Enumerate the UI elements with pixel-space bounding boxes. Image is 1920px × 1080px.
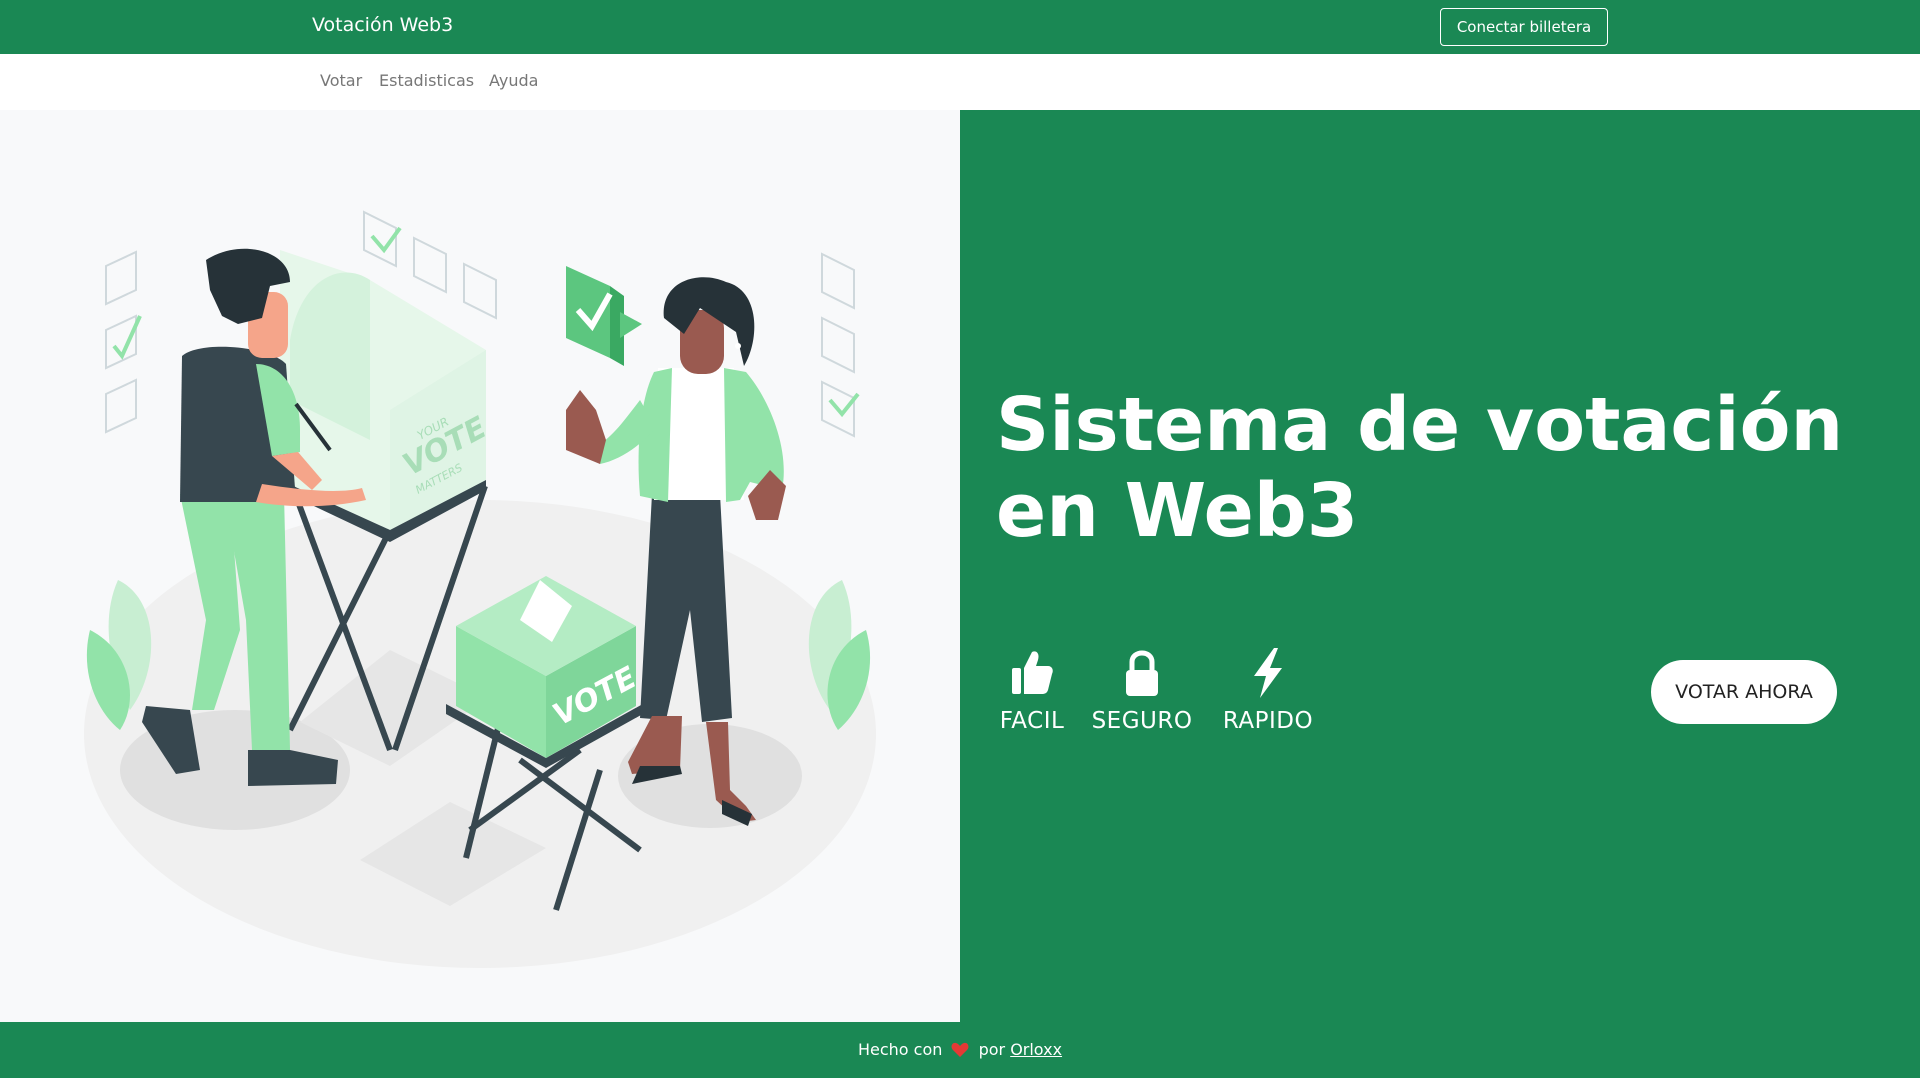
footer-made-with: Hecho con	[857, 1040, 943, 1059]
thumbs-up-icon	[1012, 651, 1053, 694]
hero-title: Sistema de votación en Web3	[996, 382, 1844, 554]
lock-icon	[1126, 650, 1158, 696]
voting-illustration: YOUR VOTE MATTERS VOTE	[84, 210, 876, 968]
nav-link-votar[interactable]: Votar	[320, 71, 362, 90]
nav-link-estadisticas[interactable]: Estadisticas	[379, 71, 474, 90]
illustration-panel: YOUR VOTE MATTERS VOTE	[0, 110, 960, 1022]
feature-seguro: SEGURO	[1088, 648, 1196, 734]
hero-panel: Sistema de votación en Web3 FACIL SEGURO…	[960, 110, 1920, 1022]
feature-rapido: RAPIDO	[1218, 648, 1318, 734]
sub-navigation: Votar Estadisticas Ayuda	[0, 54, 1920, 110]
check-speech-bubble	[566, 266, 642, 366]
footer: Hecho con por Orloxx	[0, 1022, 1920, 1078]
feature-label-seguro: SEGURO	[1091, 708, 1193, 734]
vote-now-button[interactable]: VOTAR AHORA	[1651, 660, 1837, 724]
author-link[interactable]: Orloxx	[1010, 1040, 1062, 1059]
footer-by: por	[978, 1040, 1006, 1059]
heart-icon	[952, 1042, 969, 1057]
feature-label-facil: FACIL	[999, 708, 1065, 734]
top-navbar: Votación Web3 Conectar billetera	[0, 0, 1920, 54]
lightning-icon	[1254, 648, 1282, 698]
feature-facil: FACIL	[996, 648, 1068, 734]
connect-wallet-button[interactable]: Conectar billetera	[1440, 8, 1608, 46]
nav-link-ayuda[interactable]: Ayuda	[489, 71, 538, 90]
feature-label-rapido: RAPIDO	[1222, 708, 1314, 734]
checkbox-column-left	[105, 250, 137, 434]
brand-title[interactable]: Votación Web3	[312, 14, 453, 36]
